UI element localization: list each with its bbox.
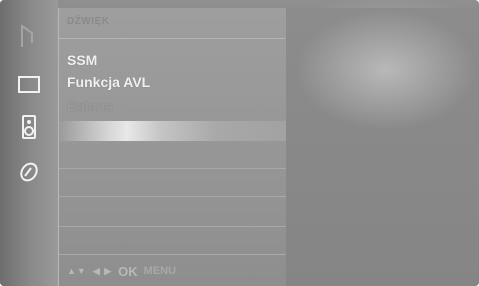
divider bbox=[59, 226, 286, 227]
sound-menu-panel: DŹWIĘK SSM Funkcja AVL Balans 0 ▲▼ ◀ ▶ O… bbox=[58, 8, 287, 286]
navigation-hint-bar: ▲▼ ◀ ▶ OK MENU bbox=[67, 260, 176, 282]
up-down-arrows-icon: ▲▼ bbox=[67, 266, 87, 276]
divider bbox=[59, 168, 286, 169]
balance-value: 0 bbox=[256, 99, 264, 114]
divider bbox=[59, 196, 286, 197]
tv-osd-screen: DŹWIĘK SSM Funkcja AVL Balans 0 ▲▼ ◀ ▶ O… bbox=[0, 0, 479, 286]
divider bbox=[59, 38, 286, 39]
tv-picture-area bbox=[286, 8, 479, 286]
time-icon[interactable] bbox=[14, 158, 44, 186]
sound-icon[interactable] bbox=[14, 113, 44, 141]
menu-icon-rail bbox=[0, 0, 58, 286]
divider bbox=[59, 254, 286, 255]
ok-hint: OK bbox=[118, 263, 138, 279]
menu-title: DŹWIĘK bbox=[67, 16, 110, 27]
menu-item-balance[interactable]: Balans bbox=[67, 98, 113, 114]
selected-item-highlight[interactable] bbox=[59, 121, 286, 141]
left-right-arrows-icon: ◀ ▶ bbox=[92, 265, 113, 276]
input-icon[interactable] bbox=[14, 22, 44, 50]
menu-item-ssm[interactable]: SSM bbox=[67, 52, 97, 68]
picture-icon[interactable] bbox=[14, 71, 44, 99]
menu-hint: MENU bbox=[143, 265, 177, 277]
menu-item-avl[interactable]: Funkcja AVL bbox=[67, 74, 150, 90]
